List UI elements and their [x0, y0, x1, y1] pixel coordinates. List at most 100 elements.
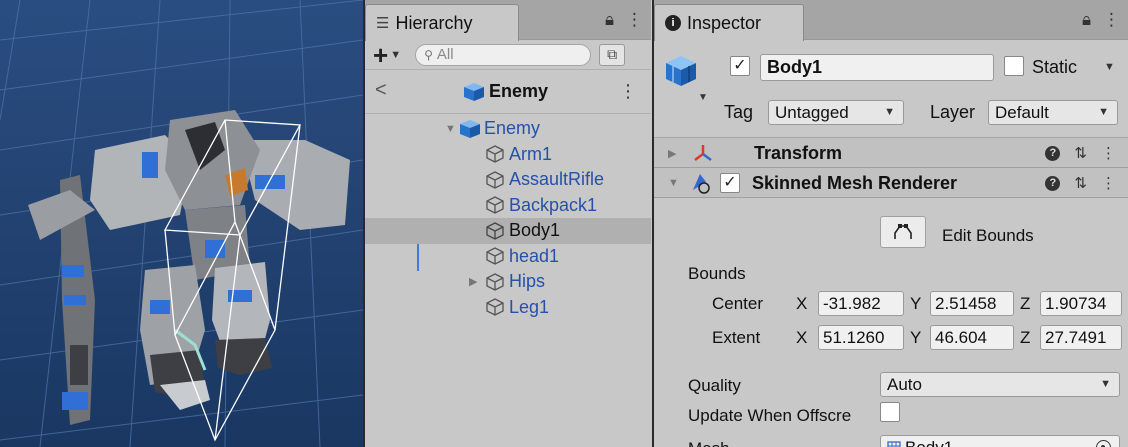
- center-z-label: Z: [1020, 294, 1031, 313]
- hierarchy-tree: ▼ Enemy Arm1 AssaultRifle Backpack1 Body…: [365, 114, 651, 320]
- extent-y-label: Y: [910, 328, 922, 347]
- tree-item-arm1[interactable]: Arm1: [365, 142, 651, 168]
- prefab-menu-icon[interactable]: ⋮: [619, 81, 637, 102]
- tree-item-body1[interactable]: Body1: [365, 218, 651, 244]
- component-menu-icon[interactable]: ⋮: [1101, 144, 1116, 162]
- tag-dropdown[interactable]: Untagged ▼: [768, 100, 904, 125]
- create-dropdown-caret-icon[interactable]: ▼: [390, 49, 401, 61]
- kebab-menu-icon[interactable]: ⋮: [1103, 10, 1120, 30]
- center-y-label: Y: [910, 294, 922, 313]
- collapsed-arrow-icon[interactable]: ▶: [668, 147, 676, 160]
- gameobject-cube-icon: [486, 247, 504, 265]
- inspector-tab-bar: i Inspector 🔒︎ ⋮: [654, 0, 1128, 41]
- back-arrow-icon[interactable]: <: [375, 79, 387, 102]
- hierarchy-toolbar: + ▼ ⚲ All ⧉: [365, 40, 651, 70]
- inspector-tab-title: Inspector: [687, 12, 762, 33]
- tab-hierarchy[interactable]: ☰ Hierarchy: [365, 4, 519, 41]
- search-icon: ⚲: [424, 47, 433, 62]
- scene-view[interactable]: [0, 0, 363, 447]
- gameobject-header: ▼ ✓ Body1 Static ▼ Tag Untagged ▼ Layer …: [654, 40, 1128, 138]
- preset-sliders-icon[interactable]: ⇅: [1074, 174, 1087, 192]
- extent-x-field[interactable]: 51.1260: [818, 325, 904, 350]
- center-y-field[interactable]: 2.51458: [930, 291, 1014, 316]
- tag-value: Untagged: [775, 103, 849, 122]
- gameobject-cube-icon: [486, 222, 504, 240]
- transform-axes-icon: [694, 145, 712, 161]
- prefab-cube-icon: [464, 82, 484, 101]
- expand-arrow-icon[interactable]: ▼: [445, 123, 459, 135]
- gameobject-icon[interactable]: [664, 54, 698, 88]
- tree-item-label: Backpack1: [509, 194, 598, 215]
- chevron-down-icon: ▼: [884, 106, 895, 118]
- object-name-field[interactable]: Body1: [760, 54, 994, 81]
- icon-dropdown-caret-icon[interactable]: ▼: [698, 92, 708, 103]
- info-icon: i: [665, 15, 681, 31]
- tree-item-head1[interactable]: head1: [365, 244, 651, 270]
- center-x-field[interactable]: -31.982: [818, 291, 904, 316]
- preset-sliders-icon[interactable]: ⇅: [1074, 144, 1087, 162]
- search-placeholder: All: [436, 46, 454, 63]
- tree-item-leg1[interactable]: Leg1: [365, 295, 651, 321]
- edit-bounds-icon: [894, 224, 912, 239]
- component-menu-icon[interactable]: ⋮: [1101, 174, 1116, 192]
- mesh-value: Body1: [905, 436, 953, 447]
- static-label: Static: [1032, 57, 1078, 77]
- quality-dropdown[interactable]: Auto ▼: [880, 372, 1120, 397]
- center-z-field[interactable]: 1.90734: [1040, 291, 1122, 316]
- layer-dropdown[interactable]: Default ▼: [988, 100, 1118, 125]
- extent-x-label: X: [796, 328, 808, 347]
- static-dropdown-caret-icon[interactable]: ▼: [1104, 61, 1115, 73]
- edit-bounds-label: Edit Bounds: [942, 226, 1034, 245]
- gameobject-cube-icon: [486, 171, 504, 189]
- chevron-down-icon: ▼: [1098, 106, 1109, 118]
- skinned-mesh-renderer-header[interactable]: ▼ ✓ Skinned Mesh Renderer ? ⇅ ⋮: [654, 168, 1128, 198]
- collapsed-arrow-icon[interactable]: ▶: [469, 275, 483, 288]
- mesh-object-field[interactable]: Body1: [880, 435, 1120, 447]
- hierarchy-tab-bar: ☰ Hierarchy 🔒︎ ⋮: [365, 0, 651, 41]
- object-picker-target-icon[interactable]: [1096, 440, 1111, 447]
- layer-label: Layer: [930, 102, 976, 122]
- edit-bounds-button[interactable]: [880, 216, 926, 248]
- chevron-down-icon: ▼: [1100, 378, 1111, 390]
- extent-y-field[interactable]: 46.604: [930, 325, 1014, 350]
- expand-arrow-icon[interactable]: ▼: [668, 177, 679, 189]
- tree-item-label: Arm1: [509, 143, 553, 164]
- help-icon[interactable]: ?: [1045, 145, 1061, 161]
- tab-inspector[interactable]: i Inspector: [654, 4, 804, 41]
- prefab-title-label: Enemy: [489, 81, 549, 101]
- tree-item-hips[interactable]: ▶ Hips: [365, 269, 651, 295]
- hierarchy-search-input[interactable]: ⚲ All: [415, 43, 592, 66]
- smr-enabled-checkbox[interactable]: ✓: [720, 173, 740, 193]
- tree-item-label: Hips: [509, 271, 546, 292]
- update-offscreen-label: Update When Offscre: [688, 406, 852, 425]
- extent-label: Extent: [712, 328, 761, 347]
- gameobject-cube-icon: [486, 196, 504, 214]
- static-checkbox[interactable]: [1004, 56, 1024, 76]
- kebab-menu-icon[interactable]: ⋮: [626, 10, 643, 30]
- lock-icon[interactable]: 🔒︎: [1082, 10, 1091, 30]
- tag-label: Tag: [724, 102, 754, 122]
- tree-item-assaultrifle[interactable]: AssaultRifle: [365, 167, 651, 193]
- prefab-breadcrumb-bar: < Enemy ⋮: [365, 70, 651, 114]
- update-offscreen-checkbox[interactable]: [880, 402, 900, 422]
- smr-title: Skinned Mesh Renderer: [752, 173, 958, 193]
- extent-z-field[interactable]: 27.7491: [1040, 325, 1122, 350]
- find-references-button[interactable]: ⧉: [599, 43, 626, 66]
- bounds-label: Bounds: [688, 264, 746, 283]
- active-checkbox[interactable]: ✓: [730, 56, 750, 76]
- quality-label: Quality: [688, 376, 741, 395]
- prefab-title: Enemy: [463, 81, 548, 102]
- tree-item-label: Leg1: [509, 296, 550, 317]
- lock-icon[interactable]: 🔒︎: [605, 10, 614, 30]
- transform-title: Transform: [754, 143, 843, 163]
- scene-viewport-graphic: [0, 0, 363, 447]
- hierarchy-tab-title: Hierarchy: [395, 12, 473, 33]
- tree-item-backpack1[interactable]: Backpack1: [365, 193, 651, 219]
- tree-item-enemy[interactable]: ▼ Enemy: [365, 116, 651, 142]
- tree-item-label: AssaultRifle: [509, 169, 605, 190]
- help-icon[interactable]: ?: [1045, 175, 1061, 191]
- create-button[interactable]: +: [373, 42, 388, 68]
- extent-z-label: Z: [1020, 328, 1031, 347]
- transform-component-header[interactable]: ▶ Transform ? ⇅ ⋮: [654, 138, 1128, 168]
- tree-item-label: Body1: [509, 220, 561, 241]
